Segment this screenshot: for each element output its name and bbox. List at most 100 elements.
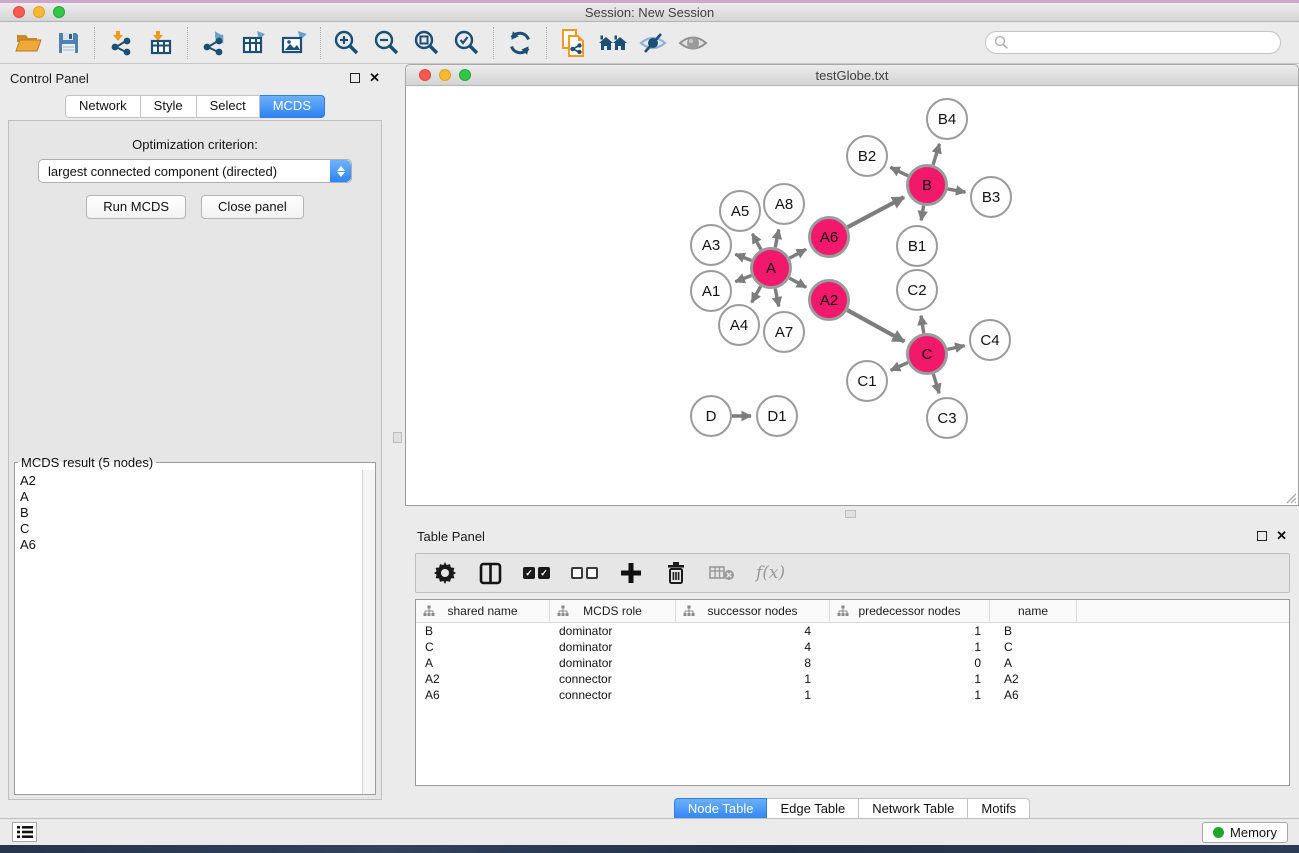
close-panel-icon[interactable]: ✕: [369, 73, 380, 83]
network-node-A3[interactable]: A3: [690, 224, 732, 266]
mcds-result-item[interactable]: A6: [20, 537, 362, 553]
edge-A-A4[interactable]: [752, 286, 761, 302]
network-node-C1[interactable]: C1: [846, 360, 888, 402]
column-header-shared-name[interactable]: shared name: [416, 600, 550, 622]
network-node-A8[interactable]: A8: [763, 183, 805, 225]
mcds-list-scrollbar[interactable]: [362, 470, 375, 794]
float-table-panel-icon[interactable]: [1257, 531, 1267, 541]
network-node-B1[interactable]: B1: [896, 225, 938, 267]
edge-B-B3[interactable]: [948, 189, 966, 192]
tab-mcds[interactable]: MCDS: [260, 95, 325, 118]
network-node-C[interactable]: C: [906, 333, 948, 375]
save-session-icon[interactable]: [48, 25, 88, 61]
column-layout-icon[interactable]: [478, 560, 502, 586]
edge-C-C2[interactable]: [921, 316, 924, 334]
close-table-panel-icon[interactable]: ✕: [1276, 531, 1287, 541]
network-node-A[interactable]: A: [750, 247, 792, 289]
settings-gear-icon[interactable]: [433, 560, 457, 586]
edge-A-A2[interactable]: [789, 278, 806, 287]
divider-grip[interactable]: [393, 432, 402, 443]
export-table-icon[interactable]: [234, 25, 274, 61]
zoom-network-button[interactable]: [459, 69, 471, 81]
edge-A-A1[interactable]: [735, 276, 751, 282]
edge-A-A7[interactable]: [775, 289, 779, 307]
minimize-network-button[interactable]: [439, 69, 451, 81]
network-node-A2[interactable]: A2: [808, 279, 850, 321]
minimize-window-button[interactable]: [33, 6, 45, 18]
import-network-icon[interactable]: [101, 25, 141, 61]
network-node-B3[interactable]: B3: [970, 176, 1012, 218]
tab-select[interactable]: Select: [197, 95, 260, 118]
edge-A-A8[interactable]: [775, 230, 779, 248]
edge-B-B2[interactable]: [890, 167, 908, 176]
column-header-predecessor-nodes[interactable]: predecessor nodes: [830, 600, 990, 622]
zoom-in-icon[interactable]: [327, 25, 367, 61]
network-node-D1[interactable]: D1: [756, 395, 798, 437]
edge-A-A3[interactable]: [735, 254, 751, 260]
network-canvas[interactable]: B4B2BB3A8A5A6A3B1AC2A1A2A4A7C4CC1DD1C3: [405, 86, 1299, 506]
delete-column-icon[interactable]: [664, 560, 688, 586]
edge-A6-B[interactable]: [848, 197, 904, 227]
node-table[interactable]: shared nameMCDS rolesuccessor nodesprede…: [415, 599, 1290, 786]
duplicate-network-icon[interactable]: [553, 25, 593, 61]
network-node-A1[interactable]: A1: [690, 270, 732, 312]
close-window-button[interactable]: [13, 6, 25, 18]
task-history-button[interactable]: [12, 822, 37, 842]
network-node-B4[interactable]: B4: [926, 98, 968, 140]
run-mcds-button[interactable]: Run MCDS: [86, 195, 186, 219]
mcds-result-item[interactable]: A: [20, 489, 362, 505]
network-node-A6[interactable]: A6: [808, 216, 850, 258]
zoom-fit-icon[interactable]: [407, 25, 447, 61]
network-node-C3[interactable]: C3: [926, 397, 968, 439]
open-file-icon[interactable]: [8, 25, 48, 61]
network-node-A4[interactable]: A4: [718, 304, 760, 346]
float-panel-icon[interactable]: [350, 73, 360, 83]
panel-divider-vertical[interactable]: [390, 64, 405, 818]
column-header-successor-nodes[interactable]: successor nodes: [676, 600, 830, 622]
mcds-result-item[interactable]: A2: [20, 473, 362, 489]
close-panel-button[interactable]: Close panel: [201, 195, 304, 219]
zoom-window-button[interactable]: [53, 6, 65, 18]
table-row[interactable]: A6connector11A6: [416, 687, 1289, 703]
network-node-D[interactable]: D: [690, 395, 732, 437]
network-node-C2[interactable]: C2: [896, 269, 938, 311]
close-network-button[interactable]: [419, 69, 431, 81]
table-row[interactable]: Cdominator41C: [416, 639, 1289, 655]
edge-A-A5[interactable]: [752, 234, 761, 250]
network-node-A7[interactable]: A7: [763, 311, 805, 353]
show-all-icon[interactable]: [673, 25, 713, 61]
criterion-select[interactable]: largest connected component (directed): [38, 159, 352, 183]
network-node-B2[interactable]: B2: [846, 135, 888, 177]
table-row[interactable]: Bdominator41B: [416, 623, 1289, 639]
export-image-icon[interactable]: [274, 25, 314, 61]
zoom-out-icon[interactable]: [367, 25, 407, 61]
function-builder-icon[interactable]: f(x): [756, 560, 785, 586]
select-all-checkboxes-icon[interactable]: ✓✓: [523, 560, 550, 586]
edge-C-C3[interactable]: [933, 374, 939, 393]
search-input[interactable]: [985, 31, 1281, 54]
network-node-B[interactable]: B: [906, 164, 948, 206]
mcds-result-item[interactable]: C: [20, 521, 362, 537]
deselect-all-checkboxes-icon[interactable]: [571, 560, 598, 586]
edge-A2-C[interactable]: [847, 310, 904, 341]
mcds-result-list[interactable]: A2ABCA6: [15, 470, 362, 794]
edge-C-C1[interactable]: [891, 363, 908, 371]
resize-grip-icon[interactable]: [1284, 491, 1297, 504]
table-row[interactable]: Adominator80A: [416, 655, 1289, 671]
tab-style[interactable]: Style: [141, 95, 197, 118]
export-network-icon[interactable]: [194, 25, 234, 61]
column-header-name[interactable]: name: [990, 600, 1077, 622]
divider-grip[interactable]: [845, 510, 856, 518]
zoom-selected-icon[interactable]: [447, 25, 487, 61]
memory-button[interactable]: Memory: [1202, 822, 1288, 843]
edge-B-B4[interactable]: [933, 144, 939, 165]
network-node-C4[interactable]: C4: [969, 319, 1011, 361]
table-row[interactable]: A2connector11A2: [416, 671, 1289, 687]
edge-C-C4[interactable]: [948, 346, 965, 350]
tab-network[interactable]: Network: [65, 95, 141, 118]
import-table-icon[interactable]: [141, 25, 181, 61]
edge-B-B1[interactable]: [921, 206, 923, 221]
add-column-icon[interactable]: [619, 560, 643, 586]
delete-table-icon[interactable]: [709, 560, 735, 586]
panel-divider-horizontal[interactable]: [405, 506, 1299, 522]
